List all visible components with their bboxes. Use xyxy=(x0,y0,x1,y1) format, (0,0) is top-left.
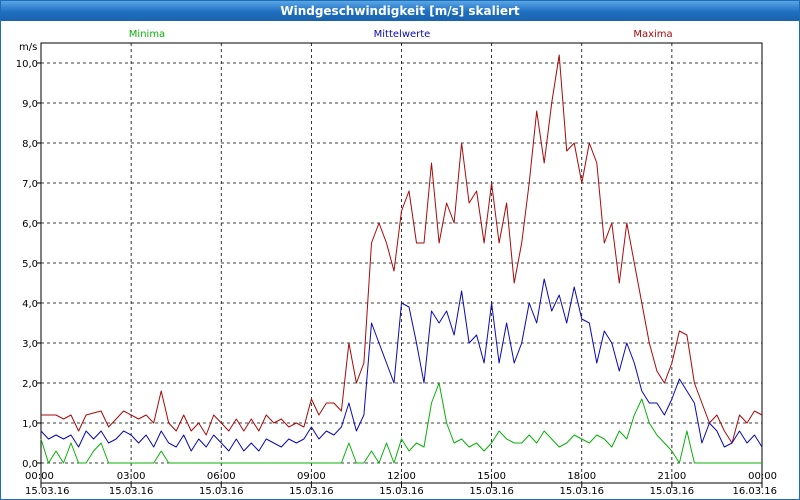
y-tick-label: 5,0 xyxy=(22,259,38,270)
y-tick-label: 0,0 xyxy=(22,459,38,470)
y-tick-label: 7,0 xyxy=(22,179,38,190)
x-tick-date: 15.03.16 xyxy=(469,486,514,497)
y-axis-label: m/s xyxy=(19,42,37,53)
x-tick-date: 15.03.16 xyxy=(559,486,604,497)
legend-mittelwerte: Mittelwerte xyxy=(374,29,431,40)
y-tick-label: 1,0 xyxy=(22,419,38,430)
x-tick-time: 00:00 xyxy=(748,471,777,482)
x-tick-time: 09:00 xyxy=(297,471,326,482)
x-tick-date: 15.03.16 xyxy=(289,486,334,497)
legend-minima: Minima xyxy=(129,29,165,40)
x-tick-time: 12:00 xyxy=(387,471,416,482)
y-tick-label: 6,0 xyxy=(22,219,38,230)
y-tick-label: 8,0 xyxy=(22,139,38,150)
x-tick-time: 21:00 xyxy=(657,471,686,482)
y-tick-label: 4,0 xyxy=(22,299,38,310)
x-tick-time: 03:00 xyxy=(117,471,146,482)
x-tick-time: 15:00 xyxy=(477,471,506,482)
x-tick-time: 00:00 xyxy=(25,471,54,482)
y-axis-ticks: 0,0 1,0 2,0 3,0 4,0 5,0 6,0 7,0 8,0 9,0 10,0 xyxy=(16,59,41,470)
y-tick-label: 10,0 xyxy=(16,59,38,70)
x-tick-date: 15.03.16 xyxy=(25,486,70,497)
chart-window: Windgeschwindigkeit [m/s] skaliert 0,0 1,… xyxy=(0,0,800,500)
x-tick-time: 06:00 xyxy=(207,471,236,482)
chart-area: 0,0 1,0 2,0 3,0 4,0 5,0 6,0 7,0 8,0 9,0 10,0 00:00… xyxy=(16,29,777,497)
y-tick-label: 9,0 xyxy=(22,99,38,110)
x-tick-date: 16.03.16 xyxy=(732,486,777,497)
y-tick-label: 2,0 xyxy=(22,379,38,390)
x-tick-date: 15.03.16 xyxy=(379,486,424,497)
x-tick-date: 15.03.16 xyxy=(650,486,695,497)
legend-maxima: Maxima xyxy=(633,29,672,40)
x-axis-ticks: 00:00 15.03.16 03:00 15.03.16 06:00 15.03.16 0… xyxy=(25,471,777,497)
x-tick-date: 15.03.16 xyxy=(199,486,244,497)
y-tick-label: 3,0 xyxy=(22,339,38,350)
x-tick-time: 18:00 xyxy=(567,471,596,482)
window-title: Windgeschwindigkeit [m/s] skaliert xyxy=(1,1,799,21)
x-tick-date: 15.03.16 xyxy=(109,486,154,497)
